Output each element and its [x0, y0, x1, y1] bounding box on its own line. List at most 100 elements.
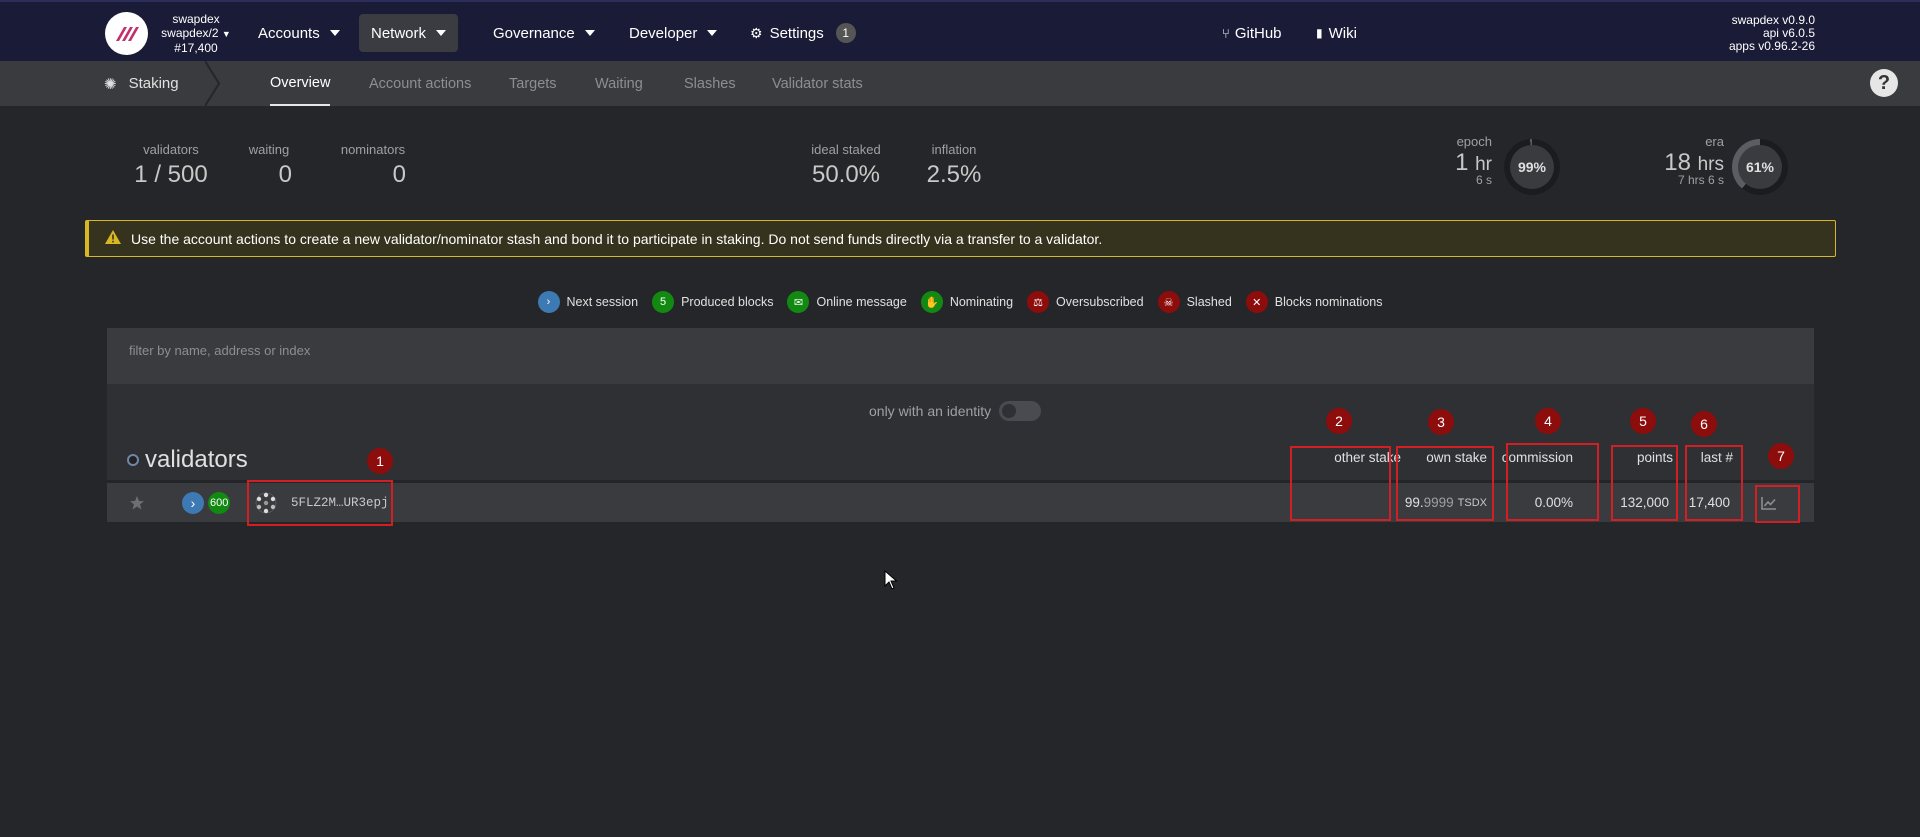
legend-label: Next session	[566, 295, 639, 309]
legend-next-session: › Next session	[537, 291, 639, 313]
gears-icon: ⚙	[750, 24, 763, 41]
nav-settings[interactable]: ⚙ Settings 1	[738, 14, 868, 52]
best-block: #17,400	[174, 41, 218, 55]
swapdex-logo-icon	[115, 26, 139, 41]
tab-waiting[interactable]: Waiting	[595, 61, 643, 106]
timer-label: era	[1705, 134, 1724, 149]
section-label: Staking	[128, 75, 179, 92]
legend-nominating: ✋ Nominating	[920, 291, 1014, 313]
nav-label: Network	[371, 24, 427, 42]
annotation-box	[1506, 443, 1599, 521]
stat-label: waiting	[248, 142, 290, 157]
caret-down-icon	[584, 30, 595, 36]
timer-label: epoch	[1456, 134, 1492, 149]
chain-selector[interactable]: swapdex swapdex/2 ▼ #17,400	[156, 12, 236, 55]
chain-spec: swapdex/2	[161, 26, 219, 40]
settings-badge: 1	[835, 23, 856, 43]
legend-blocks-nominations: ✕ Blocks nominations	[1245, 291, 1382, 313]
stat-value: 0	[392, 161, 406, 188]
legend-label: Slashed	[1186, 295, 1232, 309]
nav-accounts[interactable]: Accounts	[246, 14, 352, 52]
epoch-timer: epoch 1 hr 6 s	[1430, 134, 1492, 187]
produced-blocks-indicator: 600	[208, 483, 231, 522]
next-session-indicator: ›	[182, 483, 204, 522]
caret-down-icon	[329, 30, 340, 36]
ideal-staked-stat: ideal staked 50.0%	[806, 142, 886, 189]
legend-slashed: ☠ Slashed	[1157, 291, 1232, 313]
annotation-marker: 3	[1428, 409, 1454, 435]
envelope-icon: ✉	[787, 291, 810, 313]
legend-label: Online message	[816, 295, 907, 309]
toggle-knob	[1002, 404, 1017, 418]
nav-label: Governance	[493, 24, 575, 42]
annotation-box	[1396, 446, 1494, 521]
toggle-label: only with an identity	[869, 403, 992, 419]
help-icon[interactable]: ?	[1870, 69, 1898, 97]
nav-github[interactable]: ⑂ GitHub	[1210, 14, 1294, 52]
chain-name: swapdex	[172, 12, 220, 26]
version-info: swapdex v0.9.0 api v6.0.5 apps v0.96.2-2…	[1729, 14, 1815, 53]
annotation-box	[1290, 446, 1391, 521]
nav-wiki[interactable]: ▮ Wiki	[1304, 14, 1369, 52]
tab-targets[interactable]: Targets	[509, 61, 557, 106]
tab-account-actions[interactable]: Account actions	[369, 61, 471, 106]
table-title-label: validators	[145, 446, 248, 473]
nav-developer[interactable]: Developer	[617, 14, 729, 52]
annotation-marker: 4	[1535, 408, 1561, 434]
tab-slashes[interactable]: Slashes	[684, 61, 736, 106]
balance-scale-icon: ⚖	[1027, 291, 1050, 313]
expand-circle-icon[interactable]	[127, 454, 139, 466]
legend-label: Nominating	[949, 295, 1014, 309]
timer-value: 18	[1664, 149, 1691, 176]
tab-overview[interactable]: Overview	[270, 61, 331, 106]
nav-label: Accounts	[258, 24, 320, 42]
nominators-stat: nominators 0	[338, 142, 408, 189]
annotation-marker: 1	[367, 448, 393, 474]
stat-label: nominators	[340, 142, 406, 157]
annotation-marker: 6	[1691, 411, 1717, 437]
nav-governance[interactable]: Governance	[481, 14, 607, 52]
stat-value: 2.5%	[926, 161, 982, 188]
status-legend: › Next session 5 Produced blocks ✉ Online m…	[0, 291, 1920, 313]
toggle-switch[interactable]	[999, 401, 1042, 421]
era-timer: era 18 hrs 7 hrs 6 s	[1626, 134, 1724, 187]
progress-percent: 99%	[1510, 145, 1554, 189]
era-progress-ring: 61%	[1732, 139, 1788, 195]
waiting-stat: waiting 0	[244, 142, 294, 189]
caret-down-icon	[436, 30, 447, 36]
annotation-box	[247, 480, 393, 526]
mouse-cursor-icon	[884, 570, 898, 590]
filter-panel	[107, 328, 1814, 384]
star-icon[interactable]	[129, 483, 145, 522]
staking-icon: ✺	[104, 75, 117, 93]
stat-value: 0	[278, 161, 292, 188]
caret-down-icon	[707, 30, 718, 36]
chevron-right-icon: ›	[182, 491, 204, 514]
stat-label: validators	[143, 142, 199, 157]
book-icon: ▮	[1316, 26, 1323, 40]
annotation-box	[1755, 485, 1800, 523]
apps-version: apps v0.96.2-26	[1728, 39, 1815, 53]
legend-produced-blocks: 5 Produced blocks	[652, 291, 773, 313]
annotation-box	[1611, 445, 1678, 521]
chain-logo[interactable]	[105, 12, 148, 55]
legend-oversubscribed: ⚖ Oversubscribed	[1027, 291, 1144, 313]
annotation-marker: 7	[1768, 443, 1794, 469]
annotation-marker: 5	[1630, 408, 1656, 434]
skull-icon: ☠	[1157, 291, 1180, 313]
nav-network[interactable]: Network	[359, 14, 459, 52]
nav-label: GitHub	[1234, 24, 1282, 42]
legend-label: Produced blocks	[681, 295, 774, 309]
top-navbar: swapdex swapdex/2 ▼ #17,400 Accounts Net…	[0, 0, 1920, 61]
breadcrumb-separator	[205, 61, 221, 106]
identity-toggle[interactable]: only with an identity	[869, 401, 1042, 421]
warning-text: Use the account actions to create a new …	[131, 230, 1103, 247]
timer-value: 1	[1455, 149, 1469, 176]
epoch-progress-ring: 99%	[1504, 139, 1560, 195]
tab-validator-stats[interactable]: Validator stats	[772, 61, 863, 106]
code-branch-icon: ⑂	[1222, 25, 1230, 41]
timer-unit: hr	[1475, 154, 1492, 175]
filter-input[interactable]	[129, 338, 829, 362]
nav-label: Developer	[629, 24, 698, 42]
nav-label: Settings	[769, 24, 824, 42]
